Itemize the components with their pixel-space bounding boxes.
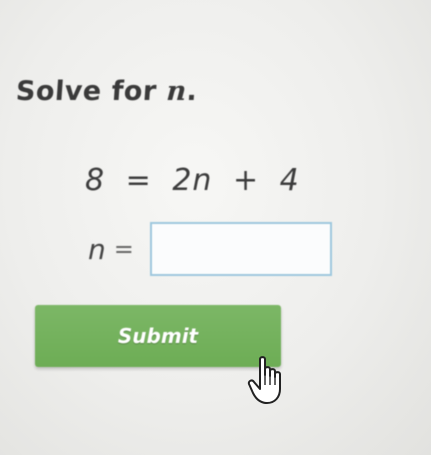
prompt-text: Solve for xyxy=(14,76,158,107)
equation: 8 = 2n + 4 xyxy=(85,163,310,198)
question-prompt: Solve for n. xyxy=(15,76,199,107)
prompt-variable: n xyxy=(165,76,188,107)
hand-pointer-icon xyxy=(247,356,281,404)
answer-equals-sign: = xyxy=(113,235,134,263)
quiz-screen: Solve for n. 8 = 2n + 4 n = Submit xyxy=(0,0,431,455)
equation-term-2n: 2n xyxy=(172,163,213,198)
answer-input[interactable] xyxy=(149,222,332,276)
prompt-period: . xyxy=(185,76,199,107)
answer-row: n = xyxy=(88,222,332,276)
equation-lhs: 8 xyxy=(85,163,106,198)
equation-plus: + xyxy=(232,163,260,198)
submit-button[interactable]: Submit xyxy=(35,305,281,367)
equation-equals: = xyxy=(125,163,152,198)
equation-constant: 4 xyxy=(279,163,300,198)
answer-variable-label: n xyxy=(88,232,106,266)
